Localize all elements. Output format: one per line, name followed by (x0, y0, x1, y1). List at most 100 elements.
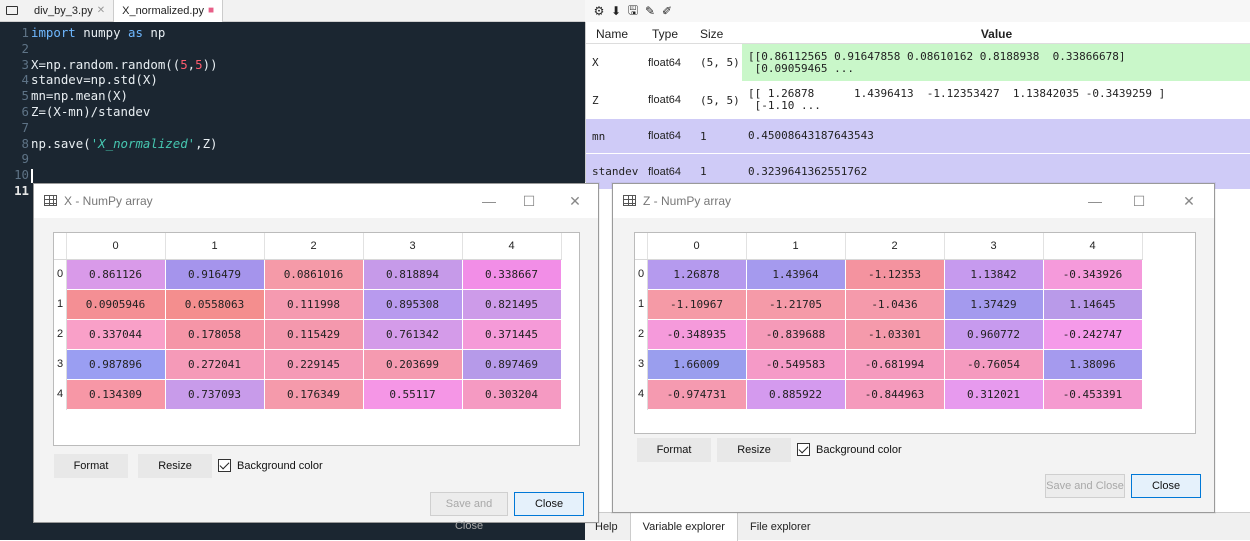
background-color-checkbox[interactable]: Background color (218, 459, 323, 472)
column-header-value[interactable]: Value (742, 22, 1250, 44)
row-header[interactable]: 4 (54, 379, 67, 409)
array-cell[interactable]: 0.312021 (943, 378, 1044, 410)
array-cell[interactable]: 0.960772 (943, 318, 1044, 350)
column-header-size[interactable]: Size (694, 22, 742, 44)
array-cell[interactable]: 0.897469 (461, 348, 562, 380)
dialog-titlebar[interactable]: Z - NumPy array — ☐ ✕ (613, 184, 1214, 218)
save-and-close-button[interactable]: Save and Close (1045, 474, 1125, 498)
variable-row[interactable]: mn float64 1 0.45008643187643543 (586, 119, 1250, 154)
array-cell[interactable]: 1.13842 (943, 258, 1044, 290)
dialog-titlebar[interactable]: X - NumPy array — ☐ ✕ (34, 184, 598, 218)
format-button[interactable]: Format (637, 438, 711, 462)
code-line[interactable]: 7 (0, 120, 585, 136)
column-header[interactable]: 0 (647, 233, 747, 260)
array-cell[interactable]: -0.76054 (943, 348, 1044, 380)
row-header[interactable]: 1 (54, 289, 67, 319)
code-line[interactable]: 4 standev=np.std(X) (0, 72, 585, 88)
format-button[interactable]: Format (54, 454, 128, 478)
minimize-button[interactable]: — (1086, 192, 1104, 210)
erase-icon[interactable]: ✐ (661, 4, 673, 18)
maximize-button[interactable]: ☐ (1130, 192, 1148, 210)
modified-icon[interactable]: ■ (208, 5, 214, 16)
column-header[interactable]: 4 (1043, 233, 1143, 260)
row-header[interactable]: 0 (54, 259, 67, 289)
array-cell[interactable]: -0.348935 (646, 318, 747, 350)
array-cell[interactable]: 0.229145 (263, 348, 364, 380)
array-cell[interactable]: 0.178058 (164, 318, 265, 350)
array-cell[interactable]: 0.134309 (65, 378, 166, 410)
array-cell[interactable]: 0.861126 (65, 258, 166, 290)
array-cell[interactable]: -0.681994 (844, 348, 945, 380)
column-header[interactable]: 1 (165, 233, 265, 260)
code-line[interactable]: 8 np.save('X_normalized',Z) (0, 136, 585, 152)
column-header[interactable]: 0 (66, 233, 166, 260)
array-cell[interactable]: 0.737093 (164, 378, 265, 410)
row-header[interactable]: 2 (635, 319, 648, 349)
tab-div-by-3[interactable]: div_by_3.py ✕ (26, 0, 113, 22)
array-cell[interactable]: 0.338667 (461, 258, 562, 290)
row-header[interactable]: 3 (54, 349, 67, 379)
table-corner[interactable] (54, 233, 67, 260)
array-cell[interactable]: 1.43964 (745, 258, 846, 290)
array-cell[interactable]: 0.895308 (362, 288, 463, 320)
variable-row[interactable]: Xfloat64 (5, 5) [[0.86112565 0.91647858 0.… (586, 44, 1250, 82)
array-cell[interactable]: 1.66009 (646, 348, 747, 380)
array-cell[interactable]: 0.987896 (65, 348, 166, 380)
variable-row[interactable]: Zfloat64 (5, 5)[[ 1.26878 1.4396413 -1.12… (586, 82, 1250, 119)
resize-button[interactable]: Resize (717, 438, 791, 462)
close-window-button[interactable]: ✕ (566, 192, 584, 210)
array-grid[interactable]: 0 1 2 3 4 0 1.26878 1.43964 -1.12353 1.13842 -0.34… (634, 232, 1196, 434)
gear-icon[interactable]: ⚙ (593, 4, 605, 18)
table-corner[interactable] (635, 233, 648, 260)
array-cell[interactable]: 1.37429 (943, 288, 1044, 320)
checkbox-checked-icon[interactable] (218, 459, 231, 472)
array-cell[interactable]: 0.272041 (164, 348, 265, 380)
array-cell[interactable]: 0.176349 (263, 378, 364, 410)
folder-icon[interactable] (6, 6, 18, 15)
minimize-button[interactable]: — (480, 192, 498, 210)
array-cell[interactable]: -0.839688 (745, 318, 846, 350)
row-header[interactable]: 4 (635, 379, 648, 409)
array-cell[interactable]: -0.549583 (745, 348, 846, 380)
background-color-checkbox[interactable]: Background color (797, 443, 902, 456)
close-icon[interactable]: ✕ (97, 5, 105, 16)
array-cell[interactable]: -0.844963 (844, 378, 945, 410)
row-header[interactable]: 0 (635, 259, 648, 289)
array-cell[interactable]: 0.55117 (362, 378, 463, 410)
column-header[interactable]: 3 (944, 233, 1044, 260)
array-grid[interactable]: 0 1 2 3 4 0 0.861126 0.916479 0.0861016 0.818894 0… (53, 232, 580, 446)
array-cell[interactable]: 0.0861016 (263, 258, 364, 290)
close-window-button[interactable]: ✕ (1180, 192, 1198, 210)
column-header-name[interactable]: Name (586, 22, 642, 44)
array-cell[interactable]: 0.0558063 (164, 288, 265, 320)
array-cell[interactable]: 0.761342 (362, 318, 463, 350)
array-cell[interactable]: 0.203699 (362, 348, 463, 380)
checkbox-checked-icon[interactable] (797, 443, 810, 456)
code-line[interactable]: 9 (0, 151, 585, 167)
array-cell[interactable]: -1.12353 (844, 258, 945, 290)
array-cell[interactable]: 0.821495 (461, 288, 562, 320)
column-header-type[interactable]: Type (642, 22, 694, 44)
row-header[interactable]: 3 (635, 349, 648, 379)
column-header[interactable]: 3 (363, 233, 463, 260)
array-cell[interactable]: 0.371445 (461, 318, 562, 350)
import-data-icon[interactable]: ⬇ (610, 4, 622, 18)
save-and-close-button[interactable]: Save and Close (430, 492, 508, 532)
maximize-button[interactable]: ☐ (520, 192, 538, 210)
array-cell[interactable]: 1.14645 (1042, 288, 1143, 320)
tab-variable-explorer[interactable]: Variable explorer (629, 512, 738, 541)
code-line[interactable]: 6 Z=(X-mn)/standev (0, 104, 585, 120)
array-cell[interactable]: 1.26878 (646, 258, 747, 290)
resize-button[interactable]: Resize (138, 454, 212, 478)
column-header[interactable]: 4 (462, 233, 562, 260)
code-line[interactable]: 10 (0, 167, 585, 183)
code-line[interactable]: 1 import numpy as np (0, 25, 585, 41)
close-button[interactable]: Close (514, 492, 584, 516)
array-cell[interactable]: -0.974731 (646, 378, 747, 410)
array-cell[interactable]: 0.337044 (65, 318, 166, 350)
array-cell[interactable]: -0.343926 (1042, 258, 1143, 290)
array-cell[interactable]: 1.38096 (1042, 348, 1143, 380)
tab-x-normalized[interactable]: X_normalized.py ■ (113, 0, 224, 22)
column-header[interactable]: 2 (264, 233, 364, 260)
array-cell[interactable]: -1.10967 (646, 288, 747, 320)
